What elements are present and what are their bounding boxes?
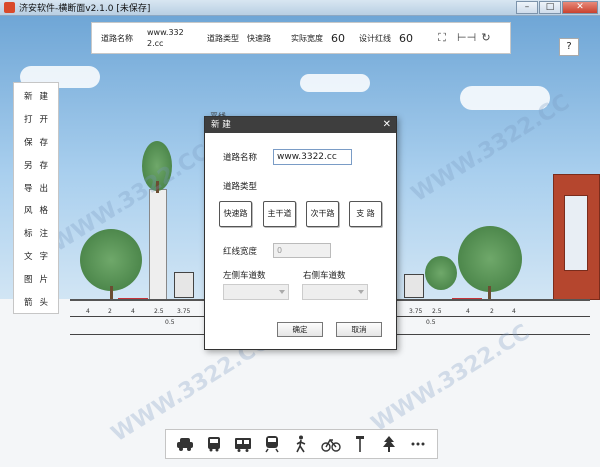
road-type-value: 快速路 bbox=[247, 33, 271, 43]
fit-width-icon[interactable]: ⊢⊣ bbox=[457, 31, 476, 45]
window-controls: – □ ✕ bbox=[515, 1, 598, 14]
dialog-close-icon[interactable]: ✕ bbox=[383, 117, 391, 133]
new-road-dialog: 新 建 ✕ 道路名称 www.3322.cc 道路类型 快速路 主干道 次干路 … bbox=[204, 116, 397, 350]
bus-icon[interactable] bbox=[203, 433, 225, 455]
menu-item-image[interactable]: 图片 bbox=[14, 267, 58, 290]
left-lanes-select[interactable] bbox=[223, 284, 289, 300]
menu-item-annotate[interactable]: 标注 bbox=[14, 222, 58, 245]
dialog-title-bar: 新 建 ✕ bbox=[205, 117, 396, 133]
fullscreen-icon[interactable]: ⛶ bbox=[435, 31, 449, 45]
type-secondary-button[interactable]: 次干路 bbox=[306, 201, 339, 227]
type-arterial-button[interactable]: 主干道 bbox=[263, 201, 296, 227]
truck bbox=[404, 274, 424, 298]
red-line-width-input[interactable]: 0 bbox=[273, 243, 331, 258]
dimension-label: 2 bbox=[490, 308, 494, 315]
dimension-label: 3.75 bbox=[177, 308, 191, 315]
road-name-input[interactable]: www.3322.cc bbox=[273, 149, 352, 165]
road-info-toolbar: 道路名称 www.3322.cc 道路类型 快速路 实际宽度 60 设计红线 6… bbox=[91, 22, 511, 54]
roadside-tree bbox=[458, 226, 522, 292]
cloud bbox=[300, 74, 370, 92]
ok-button[interactable]: 确定 bbox=[277, 322, 323, 337]
truck bbox=[174, 272, 194, 298]
maximize-button[interactable]: □ bbox=[539, 1, 561, 14]
menu-item-arrow[interactable]: 箭头 bbox=[14, 290, 58, 313]
dimension-label: 4 bbox=[86, 308, 90, 315]
type-branch-button[interactable]: 支 路 bbox=[349, 201, 382, 227]
close-window-button[interactable]: ✕ bbox=[562, 1, 598, 14]
refresh-icon[interactable]: ↻ bbox=[479, 31, 493, 45]
window-title-bar: 济安软件-横断面v2.1.0 [未保存] – □ ✕ bbox=[0, 0, 600, 16]
sound-barrier-wall bbox=[149, 189, 167, 301]
menu-item-save-as[interactable]: 另存 bbox=[14, 153, 58, 176]
dimension-label: 2 bbox=[108, 308, 112, 315]
menu-item-open[interactable]: 打开 bbox=[14, 108, 58, 131]
car-icon[interactable] bbox=[174, 433, 196, 455]
dimension-label: 2.5 bbox=[432, 308, 442, 315]
left-menu: 新建 打开 保存 另存 导出 风格 标注 文字 图片 箭头 bbox=[13, 82, 59, 314]
road-name-label: 道路名称 bbox=[223, 153, 258, 163]
menu-item-export[interactable]: 导出 bbox=[14, 176, 58, 199]
chevron-down-icon bbox=[279, 290, 285, 294]
dialog-title: 新 建 bbox=[211, 120, 231, 130]
right-lanes-select[interactable] bbox=[302, 284, 368, 300]
chevron-down-icon bbox=[358, 290, 364, 294]
red-line-width-label: 红线宽度 bbox=[223, 247, 258, 257]
road-type-label: 道路类型 bbox=[223, 182, 258, 192]
road-type-label: 道路类型 bbox=[207, 33, 239, 43]
pedestrian-icon[interactable] bbox=[290, 433, 312, 455]
dimension-label: 4 bbox=[466, 308, 470, 315]
design-red-line-label: 设计红线 bbox=[359, 33, 391, 43]
street-lamp-icon[interactable] bbox=[349, 433, 371, 455]
train-icon[interactable] bbox=[261, 433, 283, 455]
bicycle-icon[interactable] bbox=[320, 433, 342, 455]
actual-width-label: 实际宽度 bbox=[291, 33, 323, 43]
actual-width-value: 60 bbox=[331, 31, 345, 45]
road-name-value: www.3322.cc bbox=[147, 28, 184, 48]
minimize-button[interactable]: – bbox=[516, 1, 538, 14]
dimension-label: 0.5 bbox=[426, 319, 436, 326]
dimension-label: 2.5 bbox=[154, 308, 164, 315]
element-toolbar bbox=[165, 429, 438, 459]
design-red-line-value: 60 bbox=[399, 31, 413, 45]
menu-item-save[interactable]: 保存 bbox=[14, 131, 58, 154]
cancel-button[interactable]: 取消 bbox=[336, 322, 382, 337]
more-icon[interactable] bbox=[407, 433, 429, 455]
dimension-label: 4 bbox=[131, 308, 135, 315]
building bbox=[553, 174, 600, 300]
tree-trunk bbox=[156, 181, 159, 193]
tram-icon[interactable] bbox=[232, 433, 254, 455]
dimension-label: 0.5 bbox=[165, 319, 175, 326]
menu-item-new[interactable]: 新建 bbox=[14, 85, 58, 108]
right-lanes-label: 右侧车道数 bbox=[303, 271, 346, 281]
road-name-label: 道路名称 bbox=[101, 33, 133, 43]
window-title: 济安软件-横断面v2.1.0 [未保存] bbox=[19, 4, 151, 14]
left-lanes-label: 左侧车道数 bbox=[223, 271, 266, 281]
small-tree bbox=[425, 256, 457, 290]
menu-item-text[interactable]: 文字 bbox=[14, 245, 58, 268]
cloud bbox=[460, 86, 550, 110]
help-button[interactable]: ? bbox=[559, 38, 579, 56]
app-logo-icon bbox=[4, 2, 15, 13]
type-expressway-button[interactable]: 快速路 bbox=[219, 201, 252, 227]
dimension-label: 4 bbox=[512, 308, 516, 315]
dimension-label: 3.75 bbox=[409, 308, 423, 315]
roadside-tree bbox=[80, 229, 142, 291]
menu-item-style[interactable]: 风格 bbox=[14, 199, 58, 222]
tree-icon[interactable] bbox=[378, 433, 400, 455]
